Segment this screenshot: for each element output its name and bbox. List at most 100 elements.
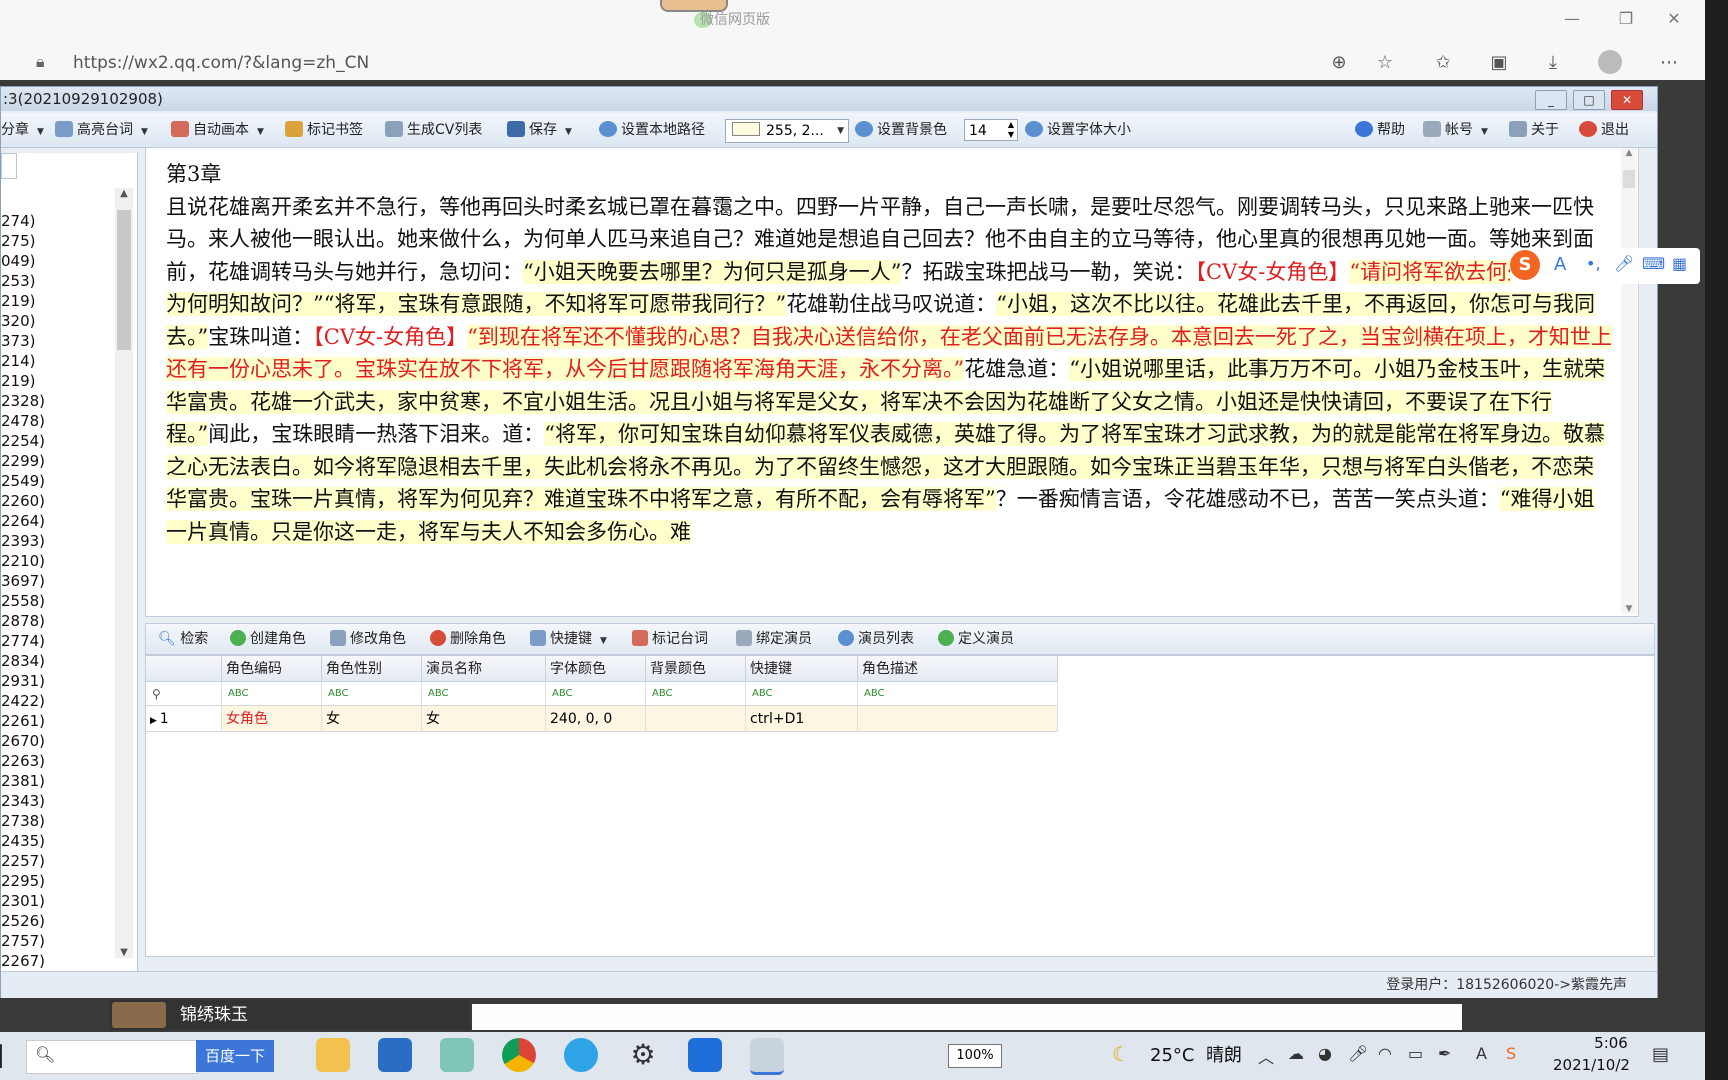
shortcut-cell[interactable]: ctrl+D1 [746, 706, 858, 732]
chapter-list-item[interactable]: 2295) [1, 871, 113, 891]
filter-cell[interactable]: ABC [322, 682, 422, 706]
filter-cell[interactable]: ABC [222, 682, 322, 706]
font-color-cell[interactable]: 240, 0, 0 [546, 706, 646, 732]
filter-cell[interactable]: ABC [422, 682, 546, 706]
chapter-list-item[interactable]: 3697) [1, 571, 113, 591]
qq-icon[interactable]: ◕ [1318, 1044, 1332, 1063]
chevron-up-icon[interactable]: ︿ [1258, 1044, 1274, 1068]
chapter-list-item[interactable]: 2478) [1, 411, 113, 431]
chapter-list-item[interactable]: 2264) [1, 511, 113, 531]
chapter-list-item[interactable]: 2931) [1, 671, 113, 691]
highlight-lines-button[interactable]: 高亮台词 ▼ [55, 119, 148, 141]
chapter-list-item[interactable]: 219) [1, 371, 113, 391]
keyboard-icon[interactable]: ⌨ [1642, 254, 1665, 273]
scroll-up-icon[interactable]: ▲ [115, 188, 133, 199]
column-header[interactable]: 角色编码 [222, 656, 322, 682]
auto-script-button[interactable]: 自动画本 ▼ [171, 119, 264, 141]
mark-line-button[interactable]: 标记台词 [632, 629, 708, 649]
scroll-thumb[interactable] [117, 210, 131, 350]
generate-cv-list-button[interactable]: 生成CV列表 [385, 119, 482, 141]
media-thumbnail[interactable] [112, 1002, 166, 1028]
close-icon[interactable]: ✕ [1654, 6, 1694, 32]
favorites-icon[interactable]: ✩ [1430, 50, 1456, 76]
actor-cell[interactable]: 女 [422, 706, 546, 732]
font-icon[interactable]: A [1554, 254, 1566, 275]
edit-role-button[interactable]: 修改角色 [330, 629, 406, 649]
clock-time[interactable]: 5:06 [1575, 1033, 1647, 1053]
chapter-list-item[interactable]: 2393) [1, 531, 113, 551]
chapter-list-item[interactable]: 2549) [1, 471, 113, 491]
chapter-list-item[interactable]: 2301) [1, 891, 113, 911]
create-role-button[interactable]: 创建角色 [230, 629, 306, 649]
chapter-list-item[interactable]: 2260) [1, 491, 113, 511]
filter-cell[interactable]: ABC [746, 682, 858, 706]
edge-icon[interactable] [564, 1038, 598, 1072]
delete-role-button[interactable]: 删除角色 [430, 629, 506, 649]
column-header[interactable]: 角色描述 [858, 656, 1058, 682]
chapter-list-item[interactable]: 274) [1, 211, 113, 231]
shortcut-button[interactable]: 快捷键 ▼ [530, 629, 607, 649]
app-icon[interactable] [440, 1038, 474, 1072]
chapter-list-item[interactable]: 214) [1, 351, 113, 371]
collections-icon[interactable]: ▣ [1486, 50, 1512, 76]
account-button[interactable]: 帐号 ▼ [1423, 119, 1488, 141]
cloud-icon[interactable]: ☁ [1288, 1044, 1304, 1063]
chapter-list-item[interactable]: 2422) [1, 691, 113, 711]
chapter-list-item[interactable]: 049) [1, 251, 113, 271]
sogou-tray-icon[interactable]: S [1506, 1044, 1516, 1063]
battery-icon[interactable]: ▭ [1408, 1044, 1423, 1063]
clock-date[interactable]: 2021/10/2 [1553, 1055, 1630, 1075]
chapter-list-item[interactable]: 2670) [1, 731, 113, 751]
file-explorer-icon[interactable] [316, 1038, 350, 1072]
bookmark-button[interactable]: 标记书签 [285, 119, 363, 141]
chapter-list-item[interactable]: 2878) [1, 611, 113, 631]
list-scrollbar[interactable]: ▲ ▼ [115, 188, 133, 958]
download-icon[interactable]: ⤓ [1540, 50, 1566, 76]
gender-cell[interactable]: 女 [322, 706, 422, 732]
chapter-list-item[interactable]: 2261) [1, 711, 113, 731]
chapter-list-item[interactable]: 2381) [1, 771, 113, 791]
description-cell[interactable] [858, 706, 1058, 732]
battery-indicator[interactable]: 100% [948, 1044, 1002, 1068]
more-icon[interactable]: ⋯ [1656, 50, 1682, 76]
filter-cell[interactable]: ABC [546, 682, 646, 706]
exit-button[interactable]: 退出 [1579, 119, 1629, 141]
bind-actor-button[interactable]: 绑定演员 [736, 629, 812, 649]
chapter-button[interactable]: 分章 ▼ [1, 119, 44, 141]
chapter-list-item[interactable]: 2343) [1, 791, 113, 811]
scroll-down-icon[interactable]: ▼ [115, 947, 133, 958]
chapter-list-item[interactable]: 2263) [1, 751, 113, 771]
chapter-list-item[interactable]: 2210) [1, 551, 113, 571]
set-local-path-button[interactable]: 设置本地路径 [599, 119, 705, 141]
taskbar-search-input[interactable]: 🔍︎ [26, 1040, 198, 1074]
wifi-icon[interactable]: ◠ [1378, 1044, 1392, 1063]
chapter-list-item[interactable]: 2774) [1, 631, 113, 651]
active-app-icon[interactable] [750, 1038, 784, 1075]
set-font-size-button[interactable]: 设置字体大小 [1025, 119, 1131, 141]
scroll-thumb[interactable] [1623, 170, 1635, 188]
chapter-list-item[interactable]: 219) [1, 291, 113, 311]
actor-list-button[interactable]: 演员列表 [838, 629, 914, 649]
chapter-list-item[interactable]: 320) [1, 311, 113, 331]
chapter-list-item[interactable]: 2435) [1, 831, 113, 851]
panel-tab[interactable] [1, 153, 17, 179]
punctuation-icon[interactable]: •, [1586, 254, 1601, 273]
mail-icon[interactable] [378, 1038, 412, 1072]
minimize-icon[interactable]: — [1552, 6, 1592, 32]
scroll-up-icon[interactable]: ▲ [1621, 148, 1637, 158]
chapter-list-item[interactable]: 2257) [1, 851, 113, 871]
bg-color-cell[interactable] [646, 706, 746, 732]
sogou-logo-icon[interactable]: S [1510, 250, 1540, 280]
chapter-list-item[interactable]: 253) [1, 271, 113, 291]
zoom-icon[interactable]: ⊕ [1326, 50, 1352, 76]
chapter-list-item[interactable]: 275) [1, 231, 113, 251]
baidu-search-button[interactable]: 百度一下 [196, 1040, 274, 1072]
chapter-list-item[interactable]: 2299) [1, 451, 113, 471]
settings-icon[interactable]: ⚙ [626, 1038, 660, 1072]
profile-icon[interactable] [1598, 50, 1622, 74]
column-header[interactable]: 角色性别 [322, 656, 422, 682]
chapter-list-item[interactable]: 2757) [1, 931, 113, 951]
weather[interactable]: 25°C 晴朗 [1150, 1044, 1242, 1068]
lock-icon[interactable]: 🔒︎ [36, 52, 54, 72]
column-header[interactable]: 背景颜色 [646, 656, 746, 682]
